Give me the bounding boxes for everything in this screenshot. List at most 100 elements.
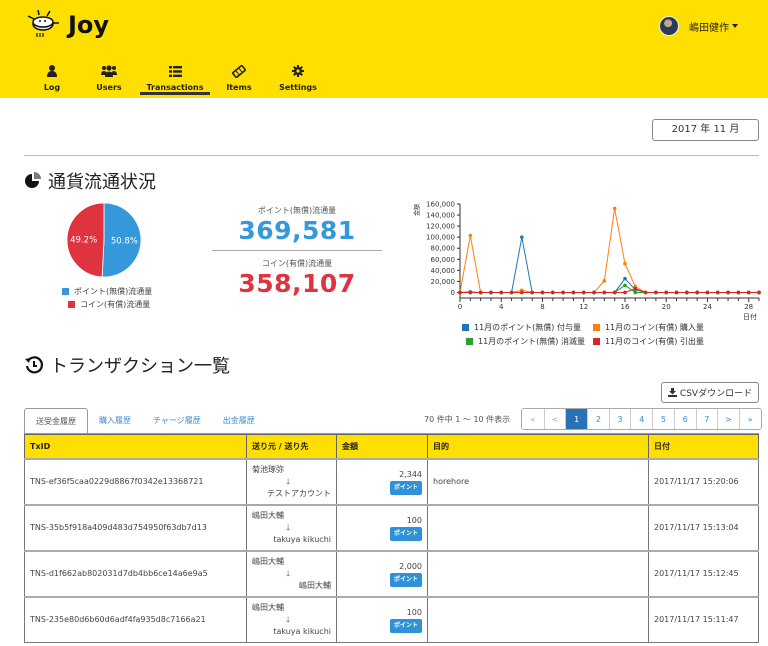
logo[interactable]: Joy: [24, 8, 109, 42]
y-axis-label: 金額: [413, 204, 421, 216]
user-icon: [47, 64, 57, 78]
data-point: [468, 290, 473, 295]
circulation-title: 通貨流通状況: [24, 168, 156, 194]
legend-swatch: [462, 324, 469, 331]
legend-swatch: [592, 338, 600, 345]
recipient: 嶋田大輔: [299, 580, 331, 590]
app-header: Joy 嶋田健作 Log Users Transactions Items Se…: [0, 0, 768, 98]
x-tick-label: 8: [540, 303, 544, 311]
nav-log[interactable]: Log: [26, 64, 78, 98]
x-tick-label: 12: [579, 303, 588, 311]
txid[interactable]: TNS-ef36f5caa0229d8867f0342e13368721: [24, 457, 247, 505]
chart-legend: 11月のポイント(無償) 付与量 11月のコイン(有償) 購入量 11月のポイン…: [462, 322, 704, 347]
page-1[interactable]: 1: [565, 409, 588, 429]
csv-download-button[interactable]: CSVダウンロード: [661, 382, 759, 403]
date: 2017/11/17 15:11:47: [648, 595, 759, 643]
avatar: [659, 16, 679, 36]
divider: [24, 155, 759, 156]
y-tick-label: 0: [451, 289, 455, 297]
page-5[interactable]: 5: [652, 409, 674, 429]
result-count: 70 件中 1 ～ 10 件表示: [424, 415, 511, 424]
download-icon: [667, 388, 677, 397]
col-date[interactable]: 日付: [648, 434, 759, 459]
data-point: [509, 290, 514, 295]
nav-transactions[interactable]: Transactions: [140, 64, 210, 98]
csv-label: CSVダウンロード: [679, 389, 753, 399]
user-name: 嶋田健作: [689, 22, 729, 34]
txid[interactable]: TNS-35b5f918a409d483d754950f63db7d13: [24, 503, 247, 551]
page-3[interactable]: 3: [608, 409, 631, 429]
x-tick-label: 4: [499, 303, 504, 311]
period-selector[interactable]: 2017 年 11 月: [652, 119, 759, 141]
y-tick-label: 20,000: [431, 278, 456, 286]
circulation-stats: ポイント(無償)流通量 369,581 コイン(有償)流通量 358,107: [212, 205, 382, 298]
page-next[interactable]: >: [717, 409, 739, 429]
chart-legend-item: 11月のポイント(無償) 付与量: [462, 322, 585, 333]
page-prev[interactable]: <: [543, 409, 566, 429]
page-7[interactable]: 7: [695, 409, 718, 429]
amount-cell: 100 ポイント: [336, 503, 428, 551]
pie-slice-label: 49.2%: [70, 235, 97, 245]
col-amount[interactable]: 金額: [336, 434, 428, 459]
recipient: takuya kikuchi: [273, 626, 331, 636]
data-point: [623, 276, 627, 281]
amount: 2,344: [399, 469, 422, 479]
tab-withdraw-history[interactable]: 出金履歴: [212, 408, 266, 433]
coins-label: コイン(有償)流通量: [261, 259, 333, 268]
history-tabs: 送受金履歴 購入履歴 チャージ履歴 出金履歴: [24, 408, 266, 434]
data-point: [654, 290, 658, 295]
data-point: [623, 283, 627, 288]
amount-cell: 2,000 ポイント: [336, 549, 428, 597]
col-purpose[interactable]: 目的: [427, 434, 649, 459]
pie-slice-label: 50.8%: [111, 237, 138, 247]
txid[interactable]: TNS-235e80d6b60d6adf4fa935d8c7166a21: [24, 595, 247, 643]
data-point: [581, 290, 586, 295]
recipient: takuya kikuchi: [273, 534, 331, 544]
nav-label: Settings: [279, 83, 317, 92]
amount: 100: [406, 607, 422, 617]
line-chart-svg: 0 20,000 40,000 60,000 80,000 100,000 120,000 1…: [413, 201, 761, 321]
page-2[interactable]: 2: [587, 409, 609, 429]
data-point: [612, 206, 617, 211]
txid[interactable]: TNS-d1f662ab802031d7db4bb6ce14a6e9a5: [24, 549, 247, 597]
chart-legend-item: 11月のコイン(有償) 購入量: [592, 322, 704, 333]
page-4[interactable]: 4: [630, 409, 653, 429]
page-6[interactable]: 6: [673, 409, 696, 429]
currency-badge: ポイント: [389, 526, 422, 541]
x-tick-label: 24: [703, 303, 712, 311]
amount: 2,000: [399, 561, 422, 571]
user-menu[interactable]: 嶋田健作: [659, 16, 738, 36]
list-icon: [168, 64, 182, 78]
main-nav: Log Users Transactions Items Settings: [26, 64, 328, 98]
legend-label: ポイント(無償)流通量: [74, 287, 153, 296]
table-row[interactable]: TNS-35b5f918a409d483d754950f63db7d13 嶋田大…: [24, 503, 759, 551]
tab-charge-history[interactable]: チャージ履歴: [142, 408, 212, 433]
legend-swatch: [68, 301, 75, 308]
sender: 嶋田大輔: [252, 510, 284, 520]
from-to-cell: 嶋田大輔 🡓 takuya kikuchi: [246, 595, 337, 643]
data-point: [664, 290, 669, 295]
table-row[interactable]: TNS-235e80d6b60d6adf4fa935d8c7166a21 嶋田大…: [24, 595, 759, 643]
nav-settings[interactable]: Settings: [268, 64, 328, 98]
data-point: [530, 290, 534, 295]
data-point: [458, 290, 462, 295]
transactions-table: TxID 送り元 / 送り先 金額 目的 日付 TNS-ef36f5caa022…: [24, 434, 759, 643]
nav-label: Log: [43, 83, 61, 92]
tab-purchase-history[interactable]: 購入履歴: [88, 408, 142, 433]
table-row[interactable]: TNS-d1f662ab802031d7db4bb6ce14a6e9a5 嶋田大…: [24, 549, 759, 597]
stat-divider: [212, 250, 382, 251]
arrow-down-icon: 🡓: [286, 522, 291, 532]
table-row[interactable]: TNS-ef36f5caa0229d8867f0342e13368721 菊池琢…: [24, 457, 759, 505]
amount-cell: 100 ポイント: [336, 595, 428, 643]
page-first[interactable]: «: [522, 409, 544, 429]
col-from-to[interactable]: 送り元 / 送り先: [246, 434, 337, 459]
nav-users[interactable]: Users: [78, 64, 140, 98]
col-txid[interactable]: TxID: [24, 434, 247, 459]
nav-items[interactable]: Items: [210, 64, 268, 98]
arrow-down-icon: 🡓: [286, 476, 291, 486]
sender: 菊池琢弥: [252, 464, 284, 474]
coin-mascot-icon: [27, 9, 59, 37]
tab-transfer-history[interactable]: 送受金履歴: [24, 408, 88, 434]
legend-label: コイン(有償)流通量: [80, 300, 151, 309]
page-last[interactable]: »: [738, 409, 761, 429]
